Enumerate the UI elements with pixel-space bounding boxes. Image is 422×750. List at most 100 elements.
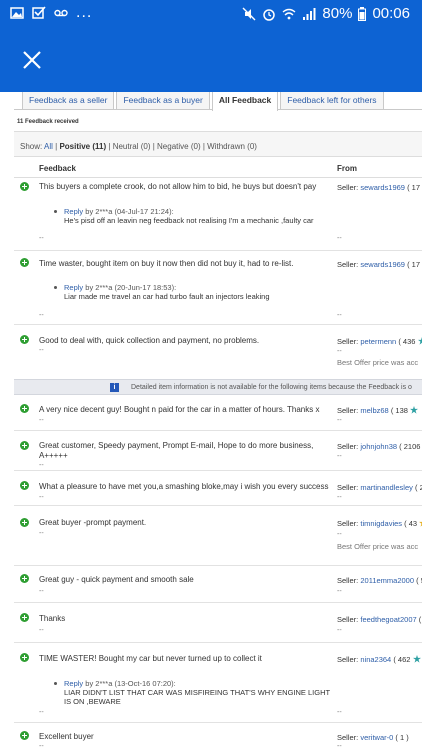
feedback-comment: This buyers a complete crook, do not all…: [39, 182, 317, 191]
item-placeholder: --: [39, 743, 44, 750]
seller-info: Seller: veritwar-0 ( 1 ): [337, 733, 409, 742]
reply-bullet: [54, 682, 57, 685]
price-placeholder: --: [337, 494, 342, 501]
seller-score: ( 462: [393, 655, 411, 664]
reply-label: Reply: [64, 283, 84, 292]
tab-feedback-left-for-others[interactable]: Feedback left for others: [280, 92, 384, 110]
gallery-icon: [10, 7, 24, 19]
seller-name-link[interactable]: veritwar-0: [360, 733, 393, 742]
seller-prefix: Seller:: [337, 519, 359, 528]
seller-info: Seller: johnjohn38 ( 2106: [337, 442, 420, 451]
feedback-reply: Reply by 2***a (13-Oct-16 07:20): LIAR D…: [64, 679, 334, 706]
seller-name-link[interactable]: petermenn: [360, 337, 396, 346]
price-placeholder: --: [337, 453, 342, 460]
feedback-comment: Great guy - quick payment and smooth sal…: [39, 575, 194, 584]
positive-rating-icon: [20, 518, 29, 527]
seller-prefix: Seller:: [337, 655, 359, 664]
price-placeholder: --: [337, 531, 342, 538]
seller-name-link[interactable]: sewards1969: [360, 260, 405, 269]
seller-score: ( 1 ): [395, 733, 409, 742]
seller-score: ( 17 •: [407, 183, 422, 192]
feedback-filter-bar: Show: All | Positive (11) | Neutral (0) …: [14, 131, 422, 157]
tab-all-feedback[interactable]: All Feedback: [211, 92, 279, 111]
seller-info: Seller: timnigdavies ( 43: [337, 519, 422, 528]
positive-rating-icon: [20, 481, 29, 490]
reply-body: LIAR DIDN'T LIST THAT CAR WAS MISFIREING…: [64, 688, 330, 706]
feedback-page: Feedback as a seller Feedback as a buyer…: [0, 92, 422, 750]
battery-percent: 80%: [322, 5, 353, 22]
filter-negative[interactable]: Negative (0): [157, 142, 201, 151]
seller-prefix: Seller:: [337, 183, 359, 192]
app-bar: [0, 28, 422, 92]
feedback-comment: Great customer, Speedy payment, Prompt E…: [39, 441, 314, 460]
price-placeholder: --: [337, 743, 342, 750]
item-placeholder: --: [39, 462, 44, 469]
positive-rating-icon: [20, 574, 29, 583]
table-header: Feedback From: [14, 158, 422, 178]
filter-show-label: Show:: [20, 142, 43, 151]
seller-name-link[interactable]: 2011emma2000: [360, 576, 414, 585]
wifi-icon: [282, 8, 296, 19]
reply-bullet: [54, 210, 57, 213]
feedback-comment: Thanks: [39, 614, 66, 623]
seller-name-link[interactable]: melbz68: [360, 406, 388, 415]
filter-positive[interactable]: Positive (11): [59, 142, 106, 151]
item-placeholder: --: [39, 494, 44, 501]
mute-icon: [242, 7, 256, 20]
seller-prefix: Seller:: [337, 483, 359, 492]
filter-separator: |: [55, 142, 58, 151]
price-placeholder: --: [337, 417, 342, 424]
filter-withdrawn[interactable]: Withdrawn (0): [207, 142, 257, 151]
seller-score: ( 138: [390, 406, 408, 415]
seller-name-link[interactable]: timnigdavies: [360, 519, 402, 528]
seller-prefix: Seller:: [337, 733, 359, 742]
seller-name-link[interactable]: nina2364: [360, 655, 391, 664]
filter-neutral[interactable]: Neutral (0): [113, 142, 151, 151]
seller-score: ( 436: [398, 337, 416, 346]
more-notifications: ...: [76, 4, 93, 21]
seller-name-link[interactable]: feedthegoat2007: [360, 615, 416, 624]
seller-info: Seller: petermenn ( 436: [337, 337, 422, 346]
feedback-row: A very nice decent guy! Bought n paid fo…: [14, 395, 422, 431]
positive-rating-icon: [20, 441, 29, 450]
feedback-star-icon: [412, 655, 421, 663]
feedback-row: Great buyer -prompt payment. -- Seller: …: [14, 506, 422, 566]
tab-feedback-as-buyer[interactable]: Feedback as a buyer: [116, 92, 210, 110]
best-offer-note: Best Offer price was acc: [337, 358, 419, 367]
seller-score: ( 17 •: [407, 260, 422, 269]
positive-rating-icon: [20, 731, 29, 740]
seller-info: Seller: sewards1969 ( 17 •: [337, 183, 422, 192]
status-system-icons: 80% 00:06: [242, 5, 410, 22]
item-placeholder: --: [39, 627, 44, 634]
seller-score: ( 5: [416, 576, 422, 585]
price-placeholder: --: [337, 627, 342, 634]
tab-feedback-as-seller[interactable]: Feedback as a seller: [22, 92, 115, 110]
seller-info: Seller: martinandlesley ( 2: [337, 483, 422, 492]
column-header-feedback: Feedback: [39, 164, 76, 173]
status-bar: ... 80% 00:06: [0, 0, 422, 28]
battery-icon: [358, 6, 367, 21]
reply-meta: by 2***a (04-Jul-17 21:24):: [85, 207, 174, 216]
column-header-from: From: [337, 164, 357, 173]
feedback-row: Time waster, bought item on buy it now t…: [14, 251, 422, 325]
item-placeholder: --: [39, 709, 44, 716]
alarm-icon: [263, 8, 276, 21]
seller-name-link[interactable]: sewards1969: [360, 183, 405, 192]
feedback-row: Good to deal with, quick collection and …: [14, 325, 422, 379]
close-button[interactable]: [20, 48, 44, 72]
seller-name-link[interactable]: johnjohn38: [360, 442, 397, 451]
positive-rating-icon: [20, 613, 29, 622]
feedback-row: Great customer, Speedy payment, Prompt E…: [14, 431, 422, 471]
voicemail-icon: [54, 9, 68, 17]
checkbox-tick-icon: [32, 6, 46, 19]
seller-name-link[interactable]: martinandlesley: [360, 483, 413, 492]
feedback-comment: Great buyer -prompt payment.: [39, 518, 147, 527]
filter-all[interactable]: All: [44, 142, 53, 151]
item-placeholder: --: [39, 530, 44, 537]
reply-meta: by 2***a (20-Jun-17 18:53):: [85, 283, 177, 292]
feedback-row: Excellent buyer -- Seller: veritwar-0 ( …: [14, 723, 422, 750]
seller-prefix: Seller:: [337, 406, 359, 415]
signal-icon: [303, 7, 316, 20]
item-placeholder: --: [39, 417, 44, 424]
reply-bullet: [54, 286, 57, 289]
